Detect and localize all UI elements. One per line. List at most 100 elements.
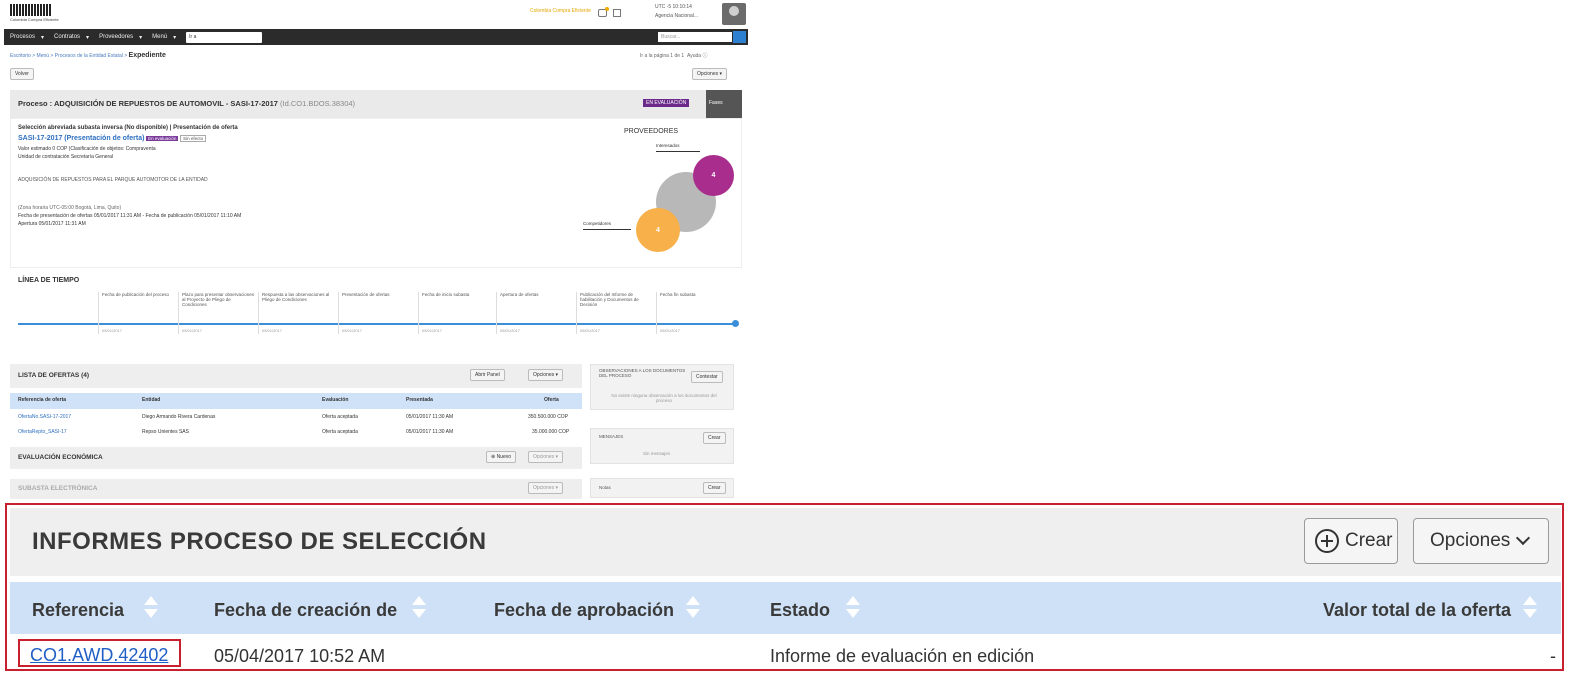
- nav-procesos[interactable]: Procesos: [4, 34, 41, 40]
- create-report-button[interactable]: Crear: [1304, 518, 1398, 564]
- timeline-step-label: Apertura de ofertas: [500, 292, 539, 297]
- open-panel-button[interactable]: Abrir Panel: [470, 369, 505, 381]
- timeline-step-label: Fecha fin subasta: [660, 292, 696, 297]
- settings-icon[interactable]: [613, 9, 621, 17]
- reports-title: INFORMES PROCESO DE SELECCIÓN: [32, 528, 487, 555]
- main-nav: Procesos ▾ Contratos ▾ Proveedores ▾ Menú ▾ …: [4, 29, 748, 45]
- search-icon[interactable]: [733, 31, 746, 43]
- timeline-step-label: Plazo para presentar observaciones al Pr…: [182, 292, 255, 307]
- process-title: Proceso : ADQUISICIÓN DE REPUESTOS DE AU…: [18, 99, 355, 108]
- sort-icon[interactable]: [412, 596, 426, 620]
- user-info[interactable]: UTC -5 10:10:14 Agencia Nacional...: [655, 3, 725, 21]
- messages-box: MENSAJES Crear Sin mensajes: [590, 428, 734, 464]
- breadcrumb[interactable]: Escritorio > Menú > Procesos de la Entid…: [10, 52, 166, 59]
- process-link-row: SASI-17-2017 (Presentación de oferta) En…: [18, 135, 207, 142]
- eval-options-label: Opciones: [533, 454, 555, 460]
- process-value: Valor estimado 0 COP (Clasificación de o…: [18, 146, 156, 152]
- messages-empty: Sin mensajes: [643, 451, 671, 456]
- bubble-competitors[interactable]: 4: [636, 208, 680, 252]
- nav-menu[interactable]: Menú: [146, 34, 173, 40]
- process-title-text: Proceso : ADQUISICIÓN DE REPUESTOS DE AU…: [18, 99, 278, 108]
- sort-icon[interactable]: [144, 596, 158, 620]
- providers-title: PROVEEDORES: [624, 128, 679, 135]
- top-link[interactable]: Colombia Compra Eficiente: [530, 8, 591, 14]
- offers-col-amount[interactable]: Oferta: [544, 397, 559, 403]
- timeline-step-label: Publicación del Informe de habilitación …: [580, 292, 639, 307]
- offers-col-date[interactable]: Presentada: [406, 397, 433, 403]
- sort-icon[interactable]: [686, 596, 700, 620]
- col-fecha-aprobacion[interactable]: Fecha de aprobación: [494, 600, 674, 621]
- search-input[interactable]: Buscar...: [658, 32, 732, 42]
- observations-title: OBSERVACIONES A LOS DOCUMENTOS DEL PROCE…: [599, 368, 686, 378]
- process-link[interactable]: SASI-17-2017 (Presentación de oferta): [18, 135, 144, 142]
- timeline-step: Apertura de ofertas 05/01/2017: [496, 292, 574, 334]
- offers-col-eval[interactable]: Evaluación: [322, 397, 348, 403]
- nav-contratos[interactable]: Contratos: [48, 34, 86, 40]
- new-eval-button[interactable]: ⊕ Nuevo: [486, 451, 517, 463]
- offer-eval: Oferta aceptada: [322, 429, 358, 435]
- table-row: CO1.AWD.42402 05/04/2017 10:52 AM Inform…: [10, 636, 1561, 668]
- eval-options-button[interactable]: Opciones ▾: [528, 451, 564, 463]
- top-options-button[interactable]: Opciones ▾: [692, 68, 728, 80]
- notes-box: Notas Crear: [590, 478, 734, 498]
- offers-options-button[interactable]: Opciones ▾: [528, 369, 564, 381]
- col-valor-total[interactable]: Valor total de la oferta: [1323, 600, 1511, 621]
- create-report-label: Crear: [1345, 530, 1393, 551]
- observations-empty: No existe ninguna observación a los docu…: [611, 393, 717, 403]
- report-reference-link[interactable]: CO1.AWD.42402: [30, 645, 168, 666]
- col-referencia[interactable]: Referencia: [32, 600, 124, 621]
- draft-badge: Sin efecto: [180, 135, 207, 142]
- answer-label: Contestar: [696, 374, 718, 380]
- timeline-step: Fecha fin subasta 05/01/2017: [656, 292, 734, 334]
- breadcrumb-trail[interactable]: Escritorio > Menú > Procesos de la Entid…: [10, 53, 129, 59]
- timeline-step-label: Fecha de publicación del proceso: [102, 292, 170, 297]
- timeline-title: LÍNEA DE TIEMPO: [18, 277, 80, 284]
- providers-competitors-label: Competidores: [583, 221, 612, 226]
- offer-ref-link[interactable]: OfertaNo.SASI-17-2017: [18, 414, 71, 420]
- bubble-interested[interactable]: 4: [693, 155, 734, 196]
- reports-table-header: Referencia Fecha de creación de Fecha de…: [10, 582, 1561, 634]
- report-total-value: -: [1550, 646, 1556, 666]
- user-time: UTC -5 10:10:14: [655, 4, 692, 10]
- col-fecha-creacion[interactable]: Fecha de creación de: [214, 600, 397, 621]
- timeline-step-date: 05/01/2017: [262, 328, 283, 333]
- avatar[interactable]: [722, 3, 746, 25]
- timeline-step-date: 05/01/2017: [102, 328, 123, 333]
- timeline-step-date: 05/01/2017: [580, 328, 601, 333]
- notification-icon[interactable]: [598, 7, 609, 17]
- process-id: (Id.CO1.BDOS.38304): [280, 99, 356, 108]
- providers-interested-label: Interesados: [656, 143, 680, 148]
- timeline-step: Publicación del Informe de habilitación …: [576, 292, 654, 334]
- observations-box: OBSERVACIONES A LOS DOCUMENTOS DEL PROCE…: [590, 364, 734, 410]
- offers-col-entity[interactable]: Entidad: [142, 397, 160, 403]
- open-panel-label: Abrir Panel: [475, 372, 500, 378]
- offers-col-ref[interactable]: Referencia de oferta: [18, 397, 66, 403]
- auction-title: SUBASTA ELECTRÓNICA: [18, 485, 98, 492]
- sort-icon[interactable]: [1523, 596, 1537, 620]
- back-button-label: Volver: [15, 71, 29, 77]
- bubble-interested-count: 4: [711, 172, 716, 179]
- highlighted-reference: CO1.AWD.42402: [18, 639, 181, 667]
- offer-ref-link[interactable]: OfertaRepto_SASI-17: [18, 429, 67, 435]
- logo[interactable]: Colombia Compra Eficiente: [10, 4, 74, 22]
- economic-eval-title: EVALUACIÓN ECONÓMICA: [18, 454, 103, 461]
- selection-reports-panel: INFORMES PROCESO DE SELECCIÓN Crear Opci…: [5, 503, 1564, 671]
- answer-button[interactable]: Contestar: [691, 371, 723, 383]
- create-message-button[interactable]: Crear: [703, 432, 726, 444]
- phases-button[interactable]: Fases: [706, 90, 742, 118]
- page-indicator: Ir a la página 1 de 1 Ayuda ⓘ: [640, 53, 708, 59]
- auction-options-button[interactable]: Opciones ▾: [528, 482, 564, 494]
- report-status: Informe de evaluación en edición: [770, 646, 1035, 666]
- reports-header: INFORMES PROCESO DE SELECCIÓN Crear Opci…: [10, 508, 1561, 576]
- create-note-button[interactable]: Crear: [703, 482, 726, 494]
- nav-goto-select[interactable]: Ir a: [186, 31, 263, 43]
- nav-proveedores[interactable]: Proveedores: [93, 34, 139, 40]
- timeline-step-date: 05/01/2017: [500, 328, 521, 333]
- report-options-button[interactable]: Opciones: [1413, 518, 1549, 564]
- sort-icon[interactable]: [846, 596, 860, 620]
- offer-date: 05/01/2017 11:30 AM: [406, 429, 454, 435]
- back-button[interactable]: Volver: [10, 68, 34, 80]
- help-link[interactable]: Ayuda: [687, 53, 701, 59]
- messages-title: MENSAJES: [599, 434, 624, 439]
- col-estado[interactable]: Estado: [770, 600, 830, 621]
